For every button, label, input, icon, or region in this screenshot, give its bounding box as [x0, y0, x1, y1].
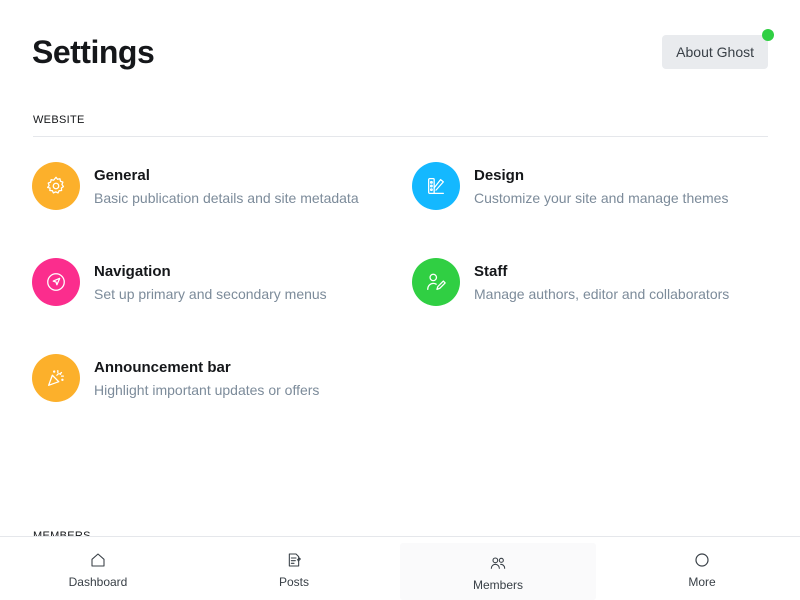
about-ghost-label: About Ghost: [676, 44, 754, 60]
item-title: Announcement bar: [94, 359, 231, 376]
nav-label: Posts: [278, 574, 309, 589]
item-description: Customize your site and manage themes: [474, 190, 729, 206]
more-icon: [693, 551, 711, 569]
compass-icon: [32, 258, 80, 306]
item-description: Set up primary and secondary menus: [94, 286, 327, 302]
notification-dot: [762, 29, 774, 41]
members-icon: [489, 554, 507, 572]
nav-label: Members: [472, 577, 523, 592]
nav-item-posts[interactable]: Posts: [196, 537, 392, 600]
settings-item-general[interactable]: General Basic publication details and si…: [32, 162, 412, 210]
settings-item-announcement-bar[interactable]: Announcement bar Highlight important upd…: [32, 354, 412, 402]
settings-page: Settings About Ghost WEBSITE General Bas…: [0, 0, 800, 600]
item-description: Highlight important updates or offers: [94, 382, 320, 398]
settings-item-design[interactable]: Design Customize your site and manage th…: [412, 162, 772, 210]
nav-item-more[interactable]: More: [604, 537, 800, 600]
nav-label: Dashboard: [68, 574, 128, 589]
gear-icon: [32, 162, 80, 210]
settings-item-navigation[interactable]: Navigation Set up primary and secondary …: [32, 258, 412, 306]
header: Settings About Ghost: [32, 29, 774, 72]
item-title: General: [94, 167, 150, 184]
house-icon: [89, 551, 107, 569]
item-title: Navigation: [94, 263, 171, 280]
bottom-nav: Dashboard Posts Members More: [0, 536, 800, 600]
user-edit-icon: [412, 258, 460, 306]
about-ghost-button[interactable]: About Ghost: [662, 29, 774, 69]
party-popper-icon: [32, 354, 80, 402]
nav-item-members[interactable]: Members: [400, 543, 596, 600]
page-title: Settings: [32, 33, 155, 70]
item-title: Staff: [474, 263, 508, 280]
section-header-website: WEBSITE: [33, 114, 768, 137]
nav-item-dashboard[interactable]: Dashboard: [0, 537, 196, 600]
palette-icon: [412, 162, 460, 210]
item-description: Basic publication details and site metad…: [94, 190, 359, 206]
website-settings-grid: General Basic publication details and si…: [32, 162, 772, 402]
settings-item-staff[interactable]: Staff Manage authors, editor and collabo…: [412, 258, 772, 306]
nav-label: More: [688, 574, 716, 589]
posts-icon: [285, 551, 303, 569]
item-title: Design: [474, 167, 525, 184]
item-description: Manage authors, editor and collaborators: [474, 286, 730, 302]
